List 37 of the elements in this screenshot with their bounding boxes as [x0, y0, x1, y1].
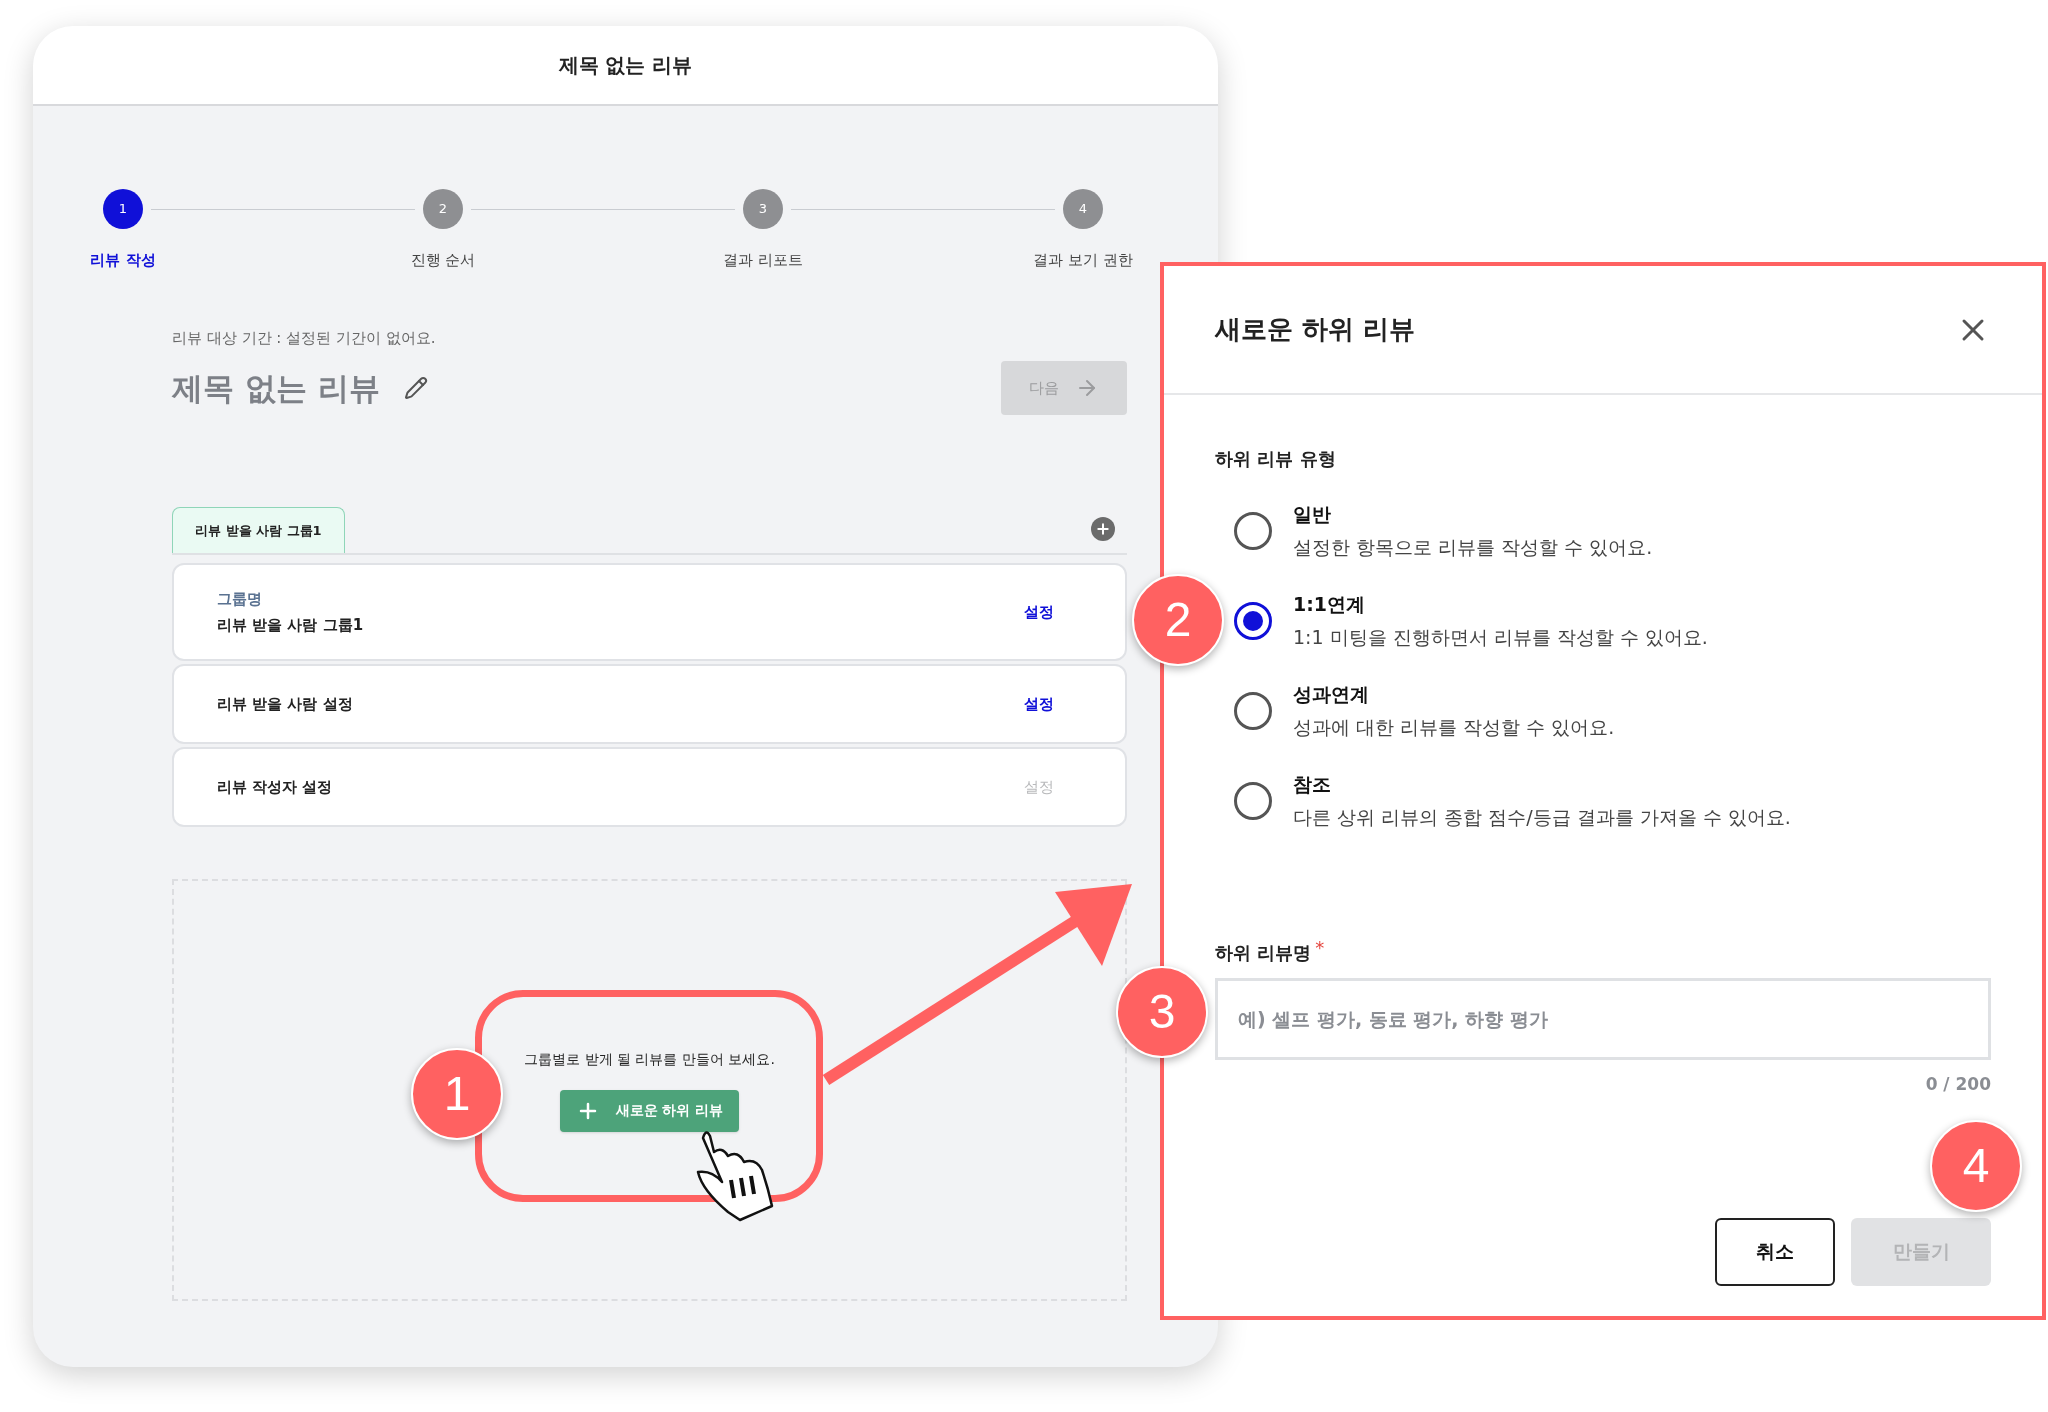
section-label: 하위 리뷰 유형: [1215, 447, 1337, 471]
step-label[interactable]: 리뷰 작성: [90, 249, 156, 272]
step-label[interactable]: 진행 순서: [410, 249, 476, 272]
option-description: 1:1 미팅을 진행하면서 리뷰를 작성할 수 있어요.: [1293, 624, 1708, 650]
radio-button[interactable]: [1234, 511, 1272, 550]
empty-message: 그룹별로 받게 될 리뷰를 만들어 보세요.: [524, 1049, 775, 1069]
setting-label: 리뷰 받을 사람 설정: [217, 693, 353, 715]
setting-label: 리뷰 작성자 설정: [217, 776, 333, 798]
cancel-button[interactable]: 취소: [1715, 1217, 1835, 1286]
option-title: 1:1연계: [1293, 592, 1367, 617]
step-label[interactable]: 결과 리포트: [723, 249, 803, 272]
radio-button[interactable]: [1234, 781, 1272, 820]
setting-label: 리뷰 받을 사람 그룹1: [217, 615, 364, 636]
option-title: 성과연계: [1293, 682, 1370, 707]
settings-link[interactable]: 설정: [1024, 600, 1054, 624]
option-title: 참조: [1293, 772, 1332, 797]
window-title: 제목 없는 리뷰: [558, 52, 693, 79]
step-number[interactable]: 1: [103, 189, 143, 229]
review-title: 제목 없는 리뷰: [172, 368, 380, 408]
option-description: 성과에 대한 리뷰를 작성할 수 있어요.: [1293, 714, 1615, 740]
pencil-icon[interactable]: [403, 376, 428, 400]
settings-link[interactable]: 설정: [1024, 692, 1054, 716]
option-description: 다른 상위 리뷰의 종합 점수/등급 결과를 가져올 수 있어요.: [1293, 804, 1791, 830]
option-title: 일반: [1293, 502, 1332, 527]
radio-button[interactable]: [1234, 691, 1272, 730]
group-tab[interactable]: 리뷰 받을 사람 그룹1: [172, 507, 345, 553]
required-mark: *: [1315, 939, 1325, 957]
period-text: 리뷰 대상 기간 : 설정된 기간이 없어요.: [172, 327, 437, 349]
dialog-title: 새로운 하위 리뷰: [1215, 313, 1416, 346]
field-label: 하위 리뷰명: [1215, 941, 1312, 965]
radio-button[interactable]: [1234, 601, 1272, 640]
character-counter: 0 / 200: [1925, 1073, 1991, 1096]
name-input-field[interactable]: 예) 셀프 평가, 동료 평가, 하향 평가: [1215, 978, 1991, 1060]
field-caption: 그룹명: [217, 588, 263, 610]
option-description: 설정한 항목으로 리뷰를 작성할 수 있어요.: [1293, 534, 1653, 560]
step-label[interactable]: 결과 보기 권한: [1033, 249, 1133, 272]
hand-cursor-icon: [696, 1131, 774, 1222]
